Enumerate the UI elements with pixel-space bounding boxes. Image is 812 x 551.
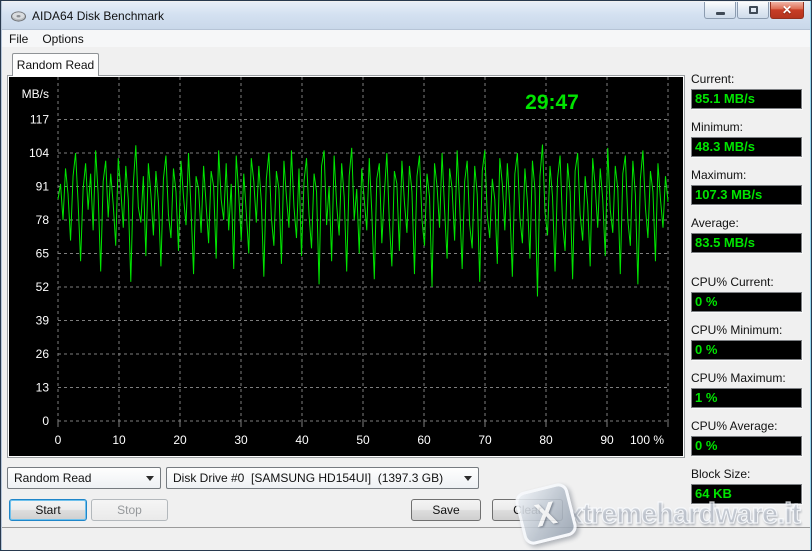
stat-label-block-size: Block Size: (691, 467, 750, 481)
y-axis-unit-label: MB/s (22, 87, 49, 101)
close-icon: ✕ (782, 4, 792, 16)
stat-value-block-size: 64 KB (691, 484, 802, 504)
menubar: File Options (2, 30, 810, 47)
x-tick-label: 100 % (630, 433, 664, 447)
tab-panel: 0 10 20 30 40 50 60 70 80 90 100 % 117 104 91 78 65 52 39… (7, 75, 685, 458)
chart-timer: 29:47 (525, 91, 579, 114)
y-tick-label: 39 (36, 314, 50, 328)
app-window: AIDA64 Disk Benchmark ✕ File Options Ran… (0, 0, 812, 551)
stat-label-cpu-current: CPU% Current: (691, 275, 774, 289)
x-tick-label: 30 (234, 433, 248, 447)
y-tick-label: 91 (36, 180, 50, 194)
menu-item-options[interactable]: Options (35, 31, 90, 47)
stat-label-cpu-maximum: CPU% Maximum: (691, 371, 786, 385)
y-tick-label: 65 (36, 247, 50, 261)
y-tick-label: 0 (42, 414, 49, 428)
stat-label-minimum: Minimum: (691, 120, 743, 134)
x-tick-label: 70 (478, 433, 492, 447)
x-tick-label: 10 (112, 433, 126, 447)
drive-select[interactable]: Disk Drive #0 [SAMSUNG HD154UI] (1397.3 … (166, 467, 479, 489)
x-tick-label: 60 (417, 433, 431, 447)
y-tick-label: 117 (30, 113, 49, 127)
maximize-icon (749, 6, 758, 14)
stat-value-current: 85.1 MB/s (691, 89, 802, 109)
x-tick-label: 0 (55, 433, 62, 447)
x-tick-label: 80 (539, 433, 553, 447)
x-tick-label: 40 (295, 433, 309, 447)
minimize-button[interactable] (704, 2, 736, 19)
y-tick-label: 104 (29, 146, 49, 160)
stat-label-maximum: Maximum: (691, 168, 746, 182)
y-tick-label: 26 (36, 347, 50, 361)
test-type-select[interactable]: Random Read (7, 467, 161, 489)
x-tick-label: 20 (173, 433, 187, 447)
y-tick-label: 78 (36, 213, 50, 227)
chevron-down-icon (146, 476, 154, 481)
stat-value-cpu-minimum: 0 % (691, 340, 802, 360)
close-button[interactable]: ✕ (770, 2, 804, 19)
start-button[interactable]: Start (9, 499, 87, 521)
stat-value-cpu-average: 0 % (691, 436, 802, 456)
tab-random-read[interactable]: Random Read (12, 53, 99, 76)
stat-value-cpu-current: 0 % (691, 292, 802, 312)
stat-value-maximum: 107.3 MB/s (691, 185, 802, 205)
stat-label-average: Average: (691, 216, 739, 230)
stat-label-cpu-minimum: CPU% Minimum: (691, 323, 782, 337)
save-button[interactable]: Save (411, 499, 481, 521)
stat-label-cpu-average: CPU% Average: (691, 419, 778, 433)
stop-button[interactable]: Stop (91, 499, 168, 521)
chevron-down-icon (464, 476, 472, 481)
stat-label-current: Current: (691, 72, 734, 86)
status-bar (2, 527, 810, 550)
benchmark-chart: 0 10 20 30 40 50 60 70 80 90 100 % 117 104 91 78 65 52 39… (9, 77, 683, 456)
minimize-icon (716, 12, 725, 15)
menu-item-file[interactable]: File (2, 31, 35, 47)
maximize-button[interactable] (737, 2, 769, 19)
x-tick-label: 50 (356, 433, 370, 447)
y-tick-label: 13 (36, 381, 50, 395)
y-tick-label: 52 (36, 280, 50, 294)
stat-value-cpu-maximum: 1 % (691, 388, 802, 408)
clear-button[interactable]: Clear (492, 499, 563, 521)
x-tick-label: 90 (600, 433, 614, 447)
titlebar[interactable]: AIDA64 Disk Benchmark ✕ (2, 2, 810, 30)
stat-value-average: 83.5 MB/s (691, 233, 802, 253)
window-title: AIDA64 Disk Benchmark (32, 9, 164, 23)
app-icon (11, 11, 26, 22)
stat-value-minimum: 48.3 MB/s (691, 137, 802, 157)
